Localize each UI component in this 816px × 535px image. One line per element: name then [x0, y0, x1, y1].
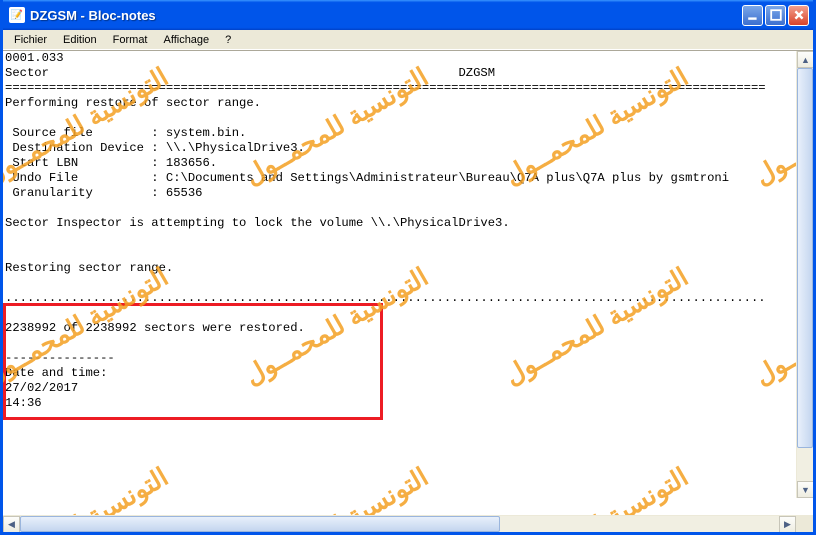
text-line: 14:36	[5, 396, 42, 410]
maximize-button[interactable]	[765, 5, 786, 26]
text-line: Granularity : 65536	[5, 186, 202, 200]
hscroll-thumb[interactable]	[20, 516, 500, 532]
window-title: DZGSM - Bloc-notes	[30, 8, 742, 23]
text-line: ........................................…	[5, 291, 766, 305]
scroll-down-icon[interactable]: ▼	[797, 481, 813, 498]
window-controls	[742, 5, 809, 26]
text-line: Performing restore of sector range.	[5, 96, 261, 110]
scroll-up-icon[interactable]: ▲	[797, 51, 813, 68]
text-line: Destination Device : \\.\PhysicalDrive3.	[5, 141, 305, 155]
scroll-left-icon[interactable]: ◀	[3, 516, 20, 532]
notepad-icon: 📝	[9, 7, 25, 23]
text-area-wrap: 0001.033 Sector DZGSM ==================…	[3, 51, 813, 515]
menu-format[interactable]: Format	[106, 32, 155, 48]
horizontal-scrollbar[interactable]: ◀ ▶	[3, 515, 796, 532]
text-line: Start LBN : 183656.	[5, 156, 217, 170]
text-line: 27/02/2017	[5, 381, 78, 395]
text-line: ========================================…	[5, 81, 766, 95]
window-frame: 📝 DZGSM - Bloc-notes Fichier Edition For…	[0, 0, 816, 535]
close-button[interactable]	[788, 5, 809, 26]
text-line: ---------------	[5, 351, 115, 365]
text-line: Undo File : C:\Documents and Settings\Ad…	[5, 171, 729, 185]
vertical-scrollbar[interactable]: ▲ ▼	[796, 51, 813, 498]
vscroll-thumb[interactable]	[797, 68, 813, 448]
menu-help[interactable]: ?	[218, 32, 238, 48]
text-line: Sector DZGSM	[5, 66, 495, 80]
text-line: 0001.033	[5, 51, 64, 65]
titlebar[interactable]: 📝 DZGSM - Bloc-notes	[3, 0, 813, 30]
text-line: Date and time:	[5, 366, 107, 380]
minimize-button[interactable]	[742, 5, 763, 26]
client-area: 0001.033 Sector DZGSM ==================…	[3, 50, 813, 532]
menubar: Fichier Edition Format Affichage ?	[3, 30, 813, 50]
text-line: 2238992 of 2238992 sectors were restored…	[5, 321, 305, 335]
menu-view[interactable]: Affichage	[157, 32, 217, 48]
text-area[interactable]: 0001.033 Sector DZGSM ==================…	[3, 51, 813, 515]
scroll-right-icon[interactable]: ▶	[779, 516, 796, 532]
text-line: Source file : system.bin.	[5, 126, 246, 140]
scroll-corner	[796, 515, 813, 532]
menu-edit[interactable]: Edition	[56, 32, 104, 48]
text-line: Restoring sector range.	[5, 261, 173, 275]
menu-file[interactable]: Fichier	[7, 32, 54, 48]
text-line: Sector Inspector is attempting to lock t…	[5, 216, 510, 230]
